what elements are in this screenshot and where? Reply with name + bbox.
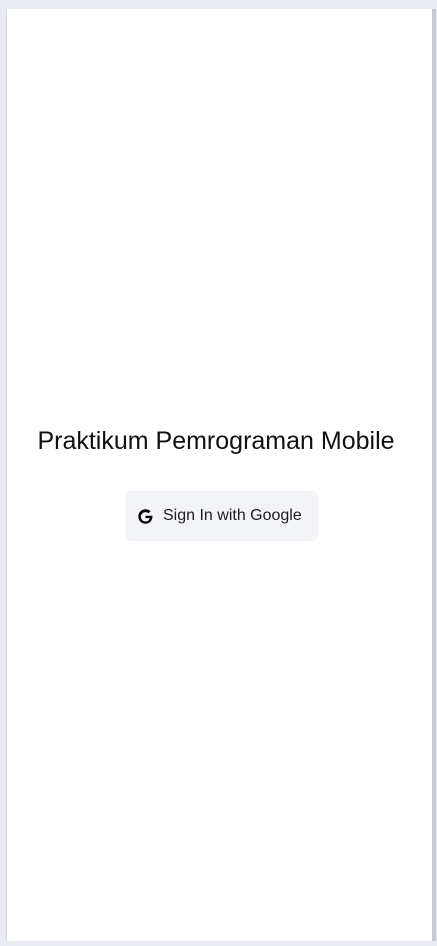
google-icon [136, 507, 155, 526]
window-bottom-border [0, 941, 437, 946]
scrollbar[interactable] [432, 9, 436, 941]
app-screen [6, 9, 432, 941]
sign-in-with-google-button[interactable]: Sign In with Google [125, 491, 318, 541]
page-title: Praktikum Pemrograman Mobile [37, 427, 395, 455]
google-button-label: Sign In with Google [163, 507, 302, 524]
